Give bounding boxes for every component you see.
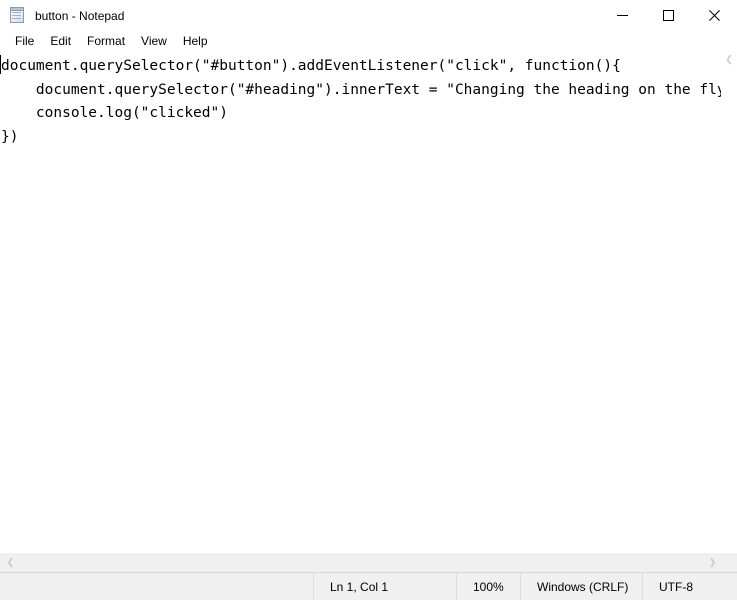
close-icon xyxy=(708,10,720,21)
title-bar: button - Notepad xyxy=(0,0,737,31)
status-bar-spacer xyxy=(0,573,313,600)
menu-item-format[interactable]: Format xyxy=(79,33,133,50)
vertical-scrollbar[interactable]: ❮ xyxy=(721,52,737,553)
menu-item-view[interactable]: View xyxy=(133,33,175,50)
chevron-right-icon[interactable]: ❯ xyxy=(704,553,721,572)
window-title: button - Notepad xyxy=(35,8,125,23)
editor-content[interactable]: document.querySelector("#button").addEve… xyxy=(1,55,721,149)
chevron-left-icon[interactable]: ❮ xyxy=(2,553,19,572)
minimize-icon xyxy=(616,15,628,16)
horizontal-scroll-track[interactable] xyxy=(19,553,721,572)
status-encoding: UTF-8 xyxy=(642,573,737,600)
menu-item-file[interactable]: File xyxy=(7,33,42,50)
close-button[interactable] xyxy=(691,0,737,31)
menu-bar: File Edit Format View Help xyxy=(0,31,737,52)
menu-item-edit[interactable]: Edit xyxy=(42,33,79,50)
status-cursor-position: Ln 1, Col 1 xyxy=(313,573,456,600)
status-line-ending: Windows (CRLF) xyxy=(520,573,642,600)
title-bar-left: button - Notepad xyxy=(0,0,124,31)
horizontal-scrollbar[interactable]: ❮ ❯ xyxy=(0,553,737,572)
maximize-icon xyxy=(662,10,674,21)
window-controls xyxy=(599,0,737,31)
status-bar: Ln 1, Col 1 100% Windows (CRLF) UTF-8 xyxy=(0,572,737,600)
editor-area: document.querySelector("#button").addEve… xyxy=(0,52,737,553)
notepad-window: button - Notepad File Edit Format View H… xyxy=(0,0,737,600)
menu-item-help[interactable]: Help xyxy=(175,33,216,50)
maximize-button[interactable] xyxy=(645,0,691,31)
minimize-button[interactable] xyxy=(599,0,645,31)
text-editor[interactable]: document.querySelector("#button").addEve… xyxy=(0,52,721,553)
scrollbar-corner xyxy=(721,553,737,572)
notepad-icon xyxy=(9,7,26,24)
chevron-up-icon[interactable]: ❮ xyxy=(721,54,737,64)
status-zoom-level: 100% xyxy=(456,573,520,600)
